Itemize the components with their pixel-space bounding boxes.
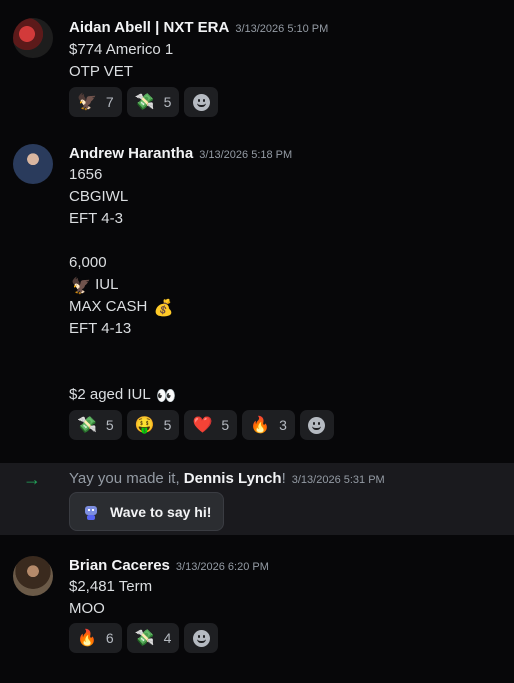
message-line: OTP VET bbox=[69, 63, 133, 80]
avatar[interactable] bbox=[13, 18, 53, 58]
wave-button[interactable]: Wave to say hi! bbox=[69, 492, 225, 531]
message-line: $2,481 Term bbox=[69, 578, 153, 595]
message-line: $774 Americo 1 bbox=[69, 41, 174, 58]
reaction-money-wings[interactable]: 💸 5 bbox=[126, 87, 180, 117]
arrow-right-icon: → bbox=[23, 469, 41, 489]
reaction-money-mouth[interactable]: 🤑 5 bbox=[126, 410, 180, 440]
avatar[interactable] bbox=[13, 144, 53, 184]
timestamp: 3/13/2026 5:31 PM bbox=[291, 474, 385, 486]
system-join-message: → Yay you made it, Dennis Lynch! 3/13/202… bbox=[0, 463, 514, 535]
smiley-icon bbox=[192, 629, 210, 647]
money-mouth-face-icon: 🤑 bbox=[134, 417, 155, 434]
fire-icon: 🔥 bbox=[77, 630, 97, 647]
author-name[interactable]: Aidan Abell | NXT ERA 3/13/2026 5:10 PM bbox=[69, 19, 328, 36]
money-bag-icon: 💰 bbox=[153, 300, 174, 317]
message-line: EFT 4-13 bbox=[69, 320, 132, 337]
money-with-wings-icon: 💸 bbox=[134, 630, 155, 647]
reaction-eagle[interactable]: 🦅 7 bbox=[69, 87, 122, 117]
money-with-wings-icon: 💸 bbox=[134, 94, 155, 111]
message-line: EFT 4-3 bbox=[69, 210, 123, 227]
join-text: Yay you made it, Dennis Lynch! 3/13/2026 … bbox=[69, 470, 385, 487]
author-name[interactable]: Andrew Harantha 3/13/2026 5:18 PM bbox=[69, 145, 292, 162]
reaction-money-wings[interactable]: 💸 5 bbox=[69, 410, 122, 440]
add-reaction-button[interactable] bbox=[184, 623, 219, 653]
smiley-icon bbox=[192, 93, 210, 111]
robot-icon bbox=[82, 504, 100, 520]
add-reaction-button[interactable] bbox=[184, 87, 219, 117]
add-reaction-button[interactable] bbox=[299, 410, 334, 440]
reaction-fire[interactable]: 🔥 6 bbox=[69, 623, 122, 653]
message-line: $2 aged IUL 👀 bbox=[69, 386, 177, 405]
reactions: 💸 5 🤑 5 ❤️ 5 🔥 3 bbox=[69, 410, 334, 440]
eagle-icon: 🦅 bbox=[77, 94, 97, 111]
timestamp: 3/13/2026 6:20 PM bbox=[175, 561, 269, 573]
smiley-icon bbox=[308, 416, 326, 434]
fire-icon: 🔥 bbox=[250, 417, 271, 434]
reactions: 🔥 6 💸 4 bbox=[69, 623, 219, 653]
message-line: MAX CASH 💰 bbox=[69, 298, 174, 317]
reaction-heart[interactable]: ❤️ 5 bbox=[184, 410, 238, 440]
joined-username[interactable]: Dennis Lynch bbox=[184, 470, 282, 487]
reactions: 🦅 7 💸 5 bbox=[69, 87, 219, 117]
message-line: MOO bbox=[69, 600, 105, 617]
timestamp: 3/13/2026 5:18 PM bbox=[199, 149, 293, 161]
message-line: 1656 bbox=[69, 166, 103, 183]
reaction-money-wings[interactable]: 💸 4 bbox=[126, 623, 180, 653]
red-heart-icon: ❤️ bbox=[192, 417, 213, 434]
message-line: 🦅 IUL bbox=[71, 276, 119, 295]
message-line: CBGIWL bbox=[69, 188, 129, 205]
money-with-wings-icon: 💸 bbox=[77, 417, 97, 434]
eyes-icon: 👀 bbox=[156, 388, 177, 405]
timestamp: 3/13/2026 5:10 PM bbox=[235, 23, 329, 35]
reaction-fire[interactable]: 🔥 3 bbox=[242, 410, 295, 440]
message-line: 6,000 bbox=[69, 254, 107, 271]
avatar[interactable] bbox=[13, 556, 53, 596]
author-name[interactable]: Brian Caceres 3/13/2026 6:20 PM bbox=[69, 557, 269, 574]
eagle-icon: 🦅 bbox=[71, 278, 91, 295]
wave-label: Wave to say hi! bbox=[110, 503, 212, 520]
